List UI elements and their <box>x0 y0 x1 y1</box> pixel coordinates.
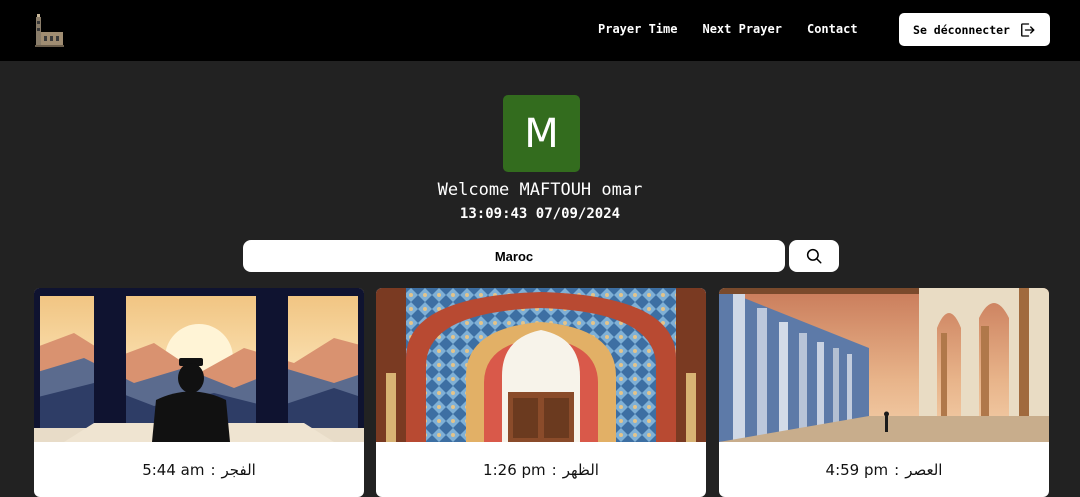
prayer-time: 4:59 pm <box>825 460 889 479</box>
dhuhr-image <box>376 288 706 442</box>
mosque-logo-icon[interactable] <box>33 12 65 48</box>
prayer-card-asr: 4:59 pm : العصر <box>719 288 1049 497</box>
asr-caption: 4:59 pm : العصر <box>719 442 1049 497</box>
prayer-name: الفجر <box>221 460 256 479</box>
nav-link-contact[interactable]: Contact <box>807 22 858 36</box>
navbar: Prayer Time Next Prayer Contact Se décon… <box>0 0 1080 61</box>
nav-link-next-prayer[interactable]: Next Prayer <box>702 22 781 36</box>
prayer-name: العصر <box>905 460 943 479</box>
welcome-text: Welcome MAFTOUH omar <box>437 180 643 200</box>
avatar-letter: M <box>524 110 559 157</box>
avatar: M <box>503 95 580 172</box>
current-datetime: 13:09:43 07/09/2024 <box>459 206 621 222</box>
prayer-time: 1:26 pm <box>483 460 546 479</box>
asr-image <box>719 288 1049 442</box>
search-button[interactable] <box>789 240 839 272</box>
search-input[interactable] <box>243 240 785 272</box>
prayer-card-dhuhr: 1:26 pm : الظهر <box>376 288 706 497</box>
nav-links: Prayer Time Next Prayer Contact <box>598 22 883 36</box>
search-icon <box>806 248 822 264</box>
prayer-separator: : <box>894 460 900 479</box>
prayer-time: 5:44 am <box>142 460 205 479</box>
logout-label: Se déconnecter <box>913 22 1010 37</box>
prayer-card-fajr: 5:44 am : الفجر <box>34 288 364 497</box>
logout-icon <box>1021 22 1035 37</box>
logout-button[interactable]: Se déconnecter <box>899 13 1050 46</box>
fajr-image <box>34 288 364 442</box>
fajr-caption: 5:44 am : الفجر <box>34 442 364 497</box>
prayer-separator: : <box>210 460 216 479</box>
nav-link-prayer-time[interactable]: Prayer Time <box>598 22 677 36</box>
prayer-name: الظهر <box>562 460 599 479</box>
dhuhr-caption: 1:26 pm : الظهر <box>376 442 706 497</box>
prayer-separator: : <box>551 460 557 479</box>
